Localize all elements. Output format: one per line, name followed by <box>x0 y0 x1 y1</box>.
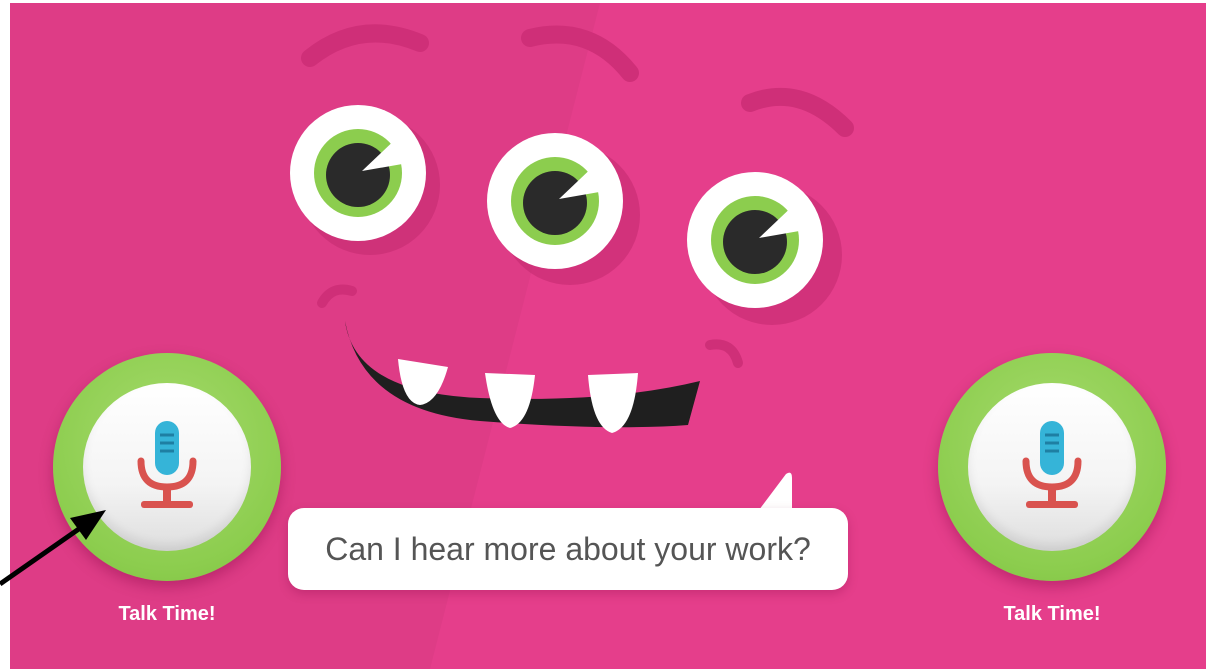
annotation-arrow-icon <box>0 510 106 587</box>
